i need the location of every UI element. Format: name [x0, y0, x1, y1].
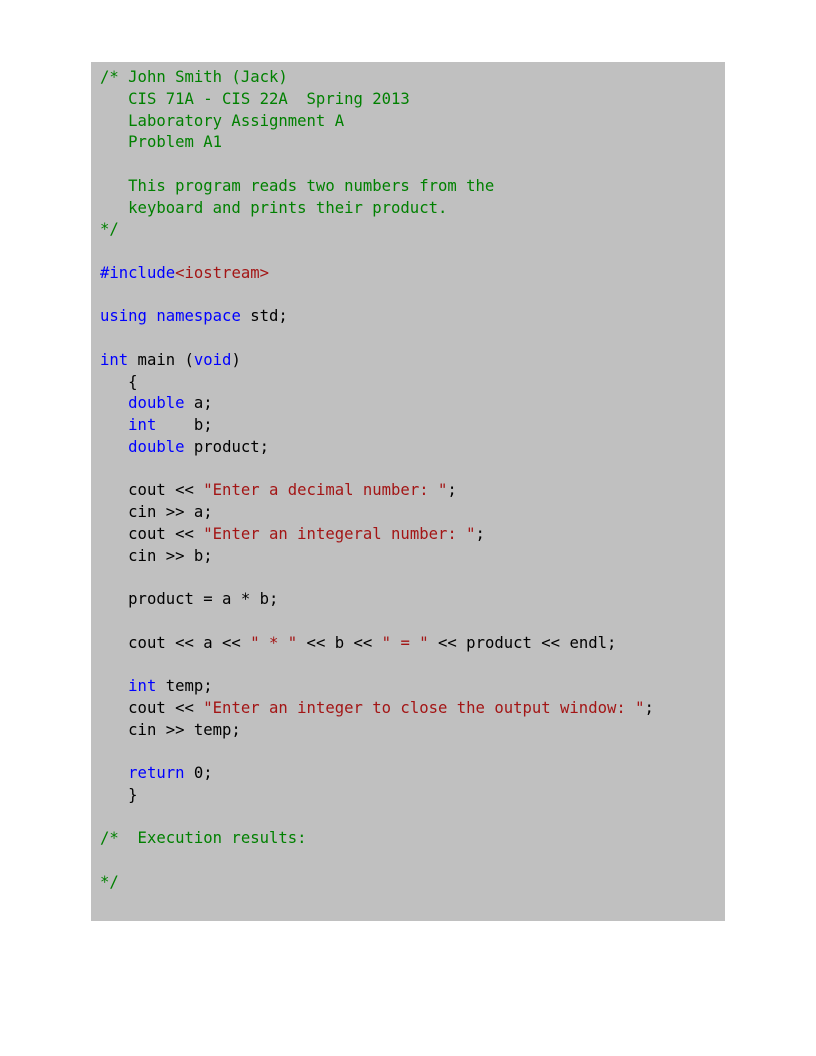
code-token: std; — [240, 307, 288, 326]
code-line: cin >> temp; — [100, 720, 654, 742]
code-token: cout << — [100, 524, 204, 543]
code-token: cout << — [100, 698, 204, 717]
code-token: product = a * b; — [100, 590, 279, 608]
code-token: ; — [447, 481, 457, 500]
code-token: product; — [184, 437, 270, 456]
comment-token: */ — [100, 220, 119, 239]
code-line: This program reads two numbers from the — [100, 176, 654, 198]
keyword-token: return — [128, 764, 185, 782]
code-token: ; — [475, 524, 485, 543]
code-token: ; — [644, 698, 654, 717]
code-line: int b; — [100, 415, 654, 437]
code-token: cin >> temp; — [100, 720, 241, 739]
comment-token: */ — [100, 872, 119, 891]
code-line: return 0; — [100, 763, 654, 785]
code-line: cout << "Enter an integer to close the o… — [100, 698, 654, 720]
code-token: a; — [184, 394, 213, 413]
keyword-token: int — [128, 416, 157, 434]
code-line: using namespace std; — [100, 306, 654, 328]
code-line: { — [100, 372, 654, 394]
keyword-token: void — [193, 350, 232, 369]
code-token: << product << endl; — [428, 633, 617, 652]
code-token: cin >> b; — [100, 546, 213, 565]
code-line: int temp; — [100, 676, 654, 698]
comment-token: Problem A1 — [100, 133, 223, 152]
code-line: double product; — [100, 437, 654, 459]
code-token: { — [100, 372, 138, 391]
string-token: "Enter an integeral number: " — [203, 524, 476, 543]
comment-token: This program reads two numbers from the — [100, 176, 495, 195]
preprocessor-token: #include — [100, 263, 176, 282]
string-token: <iostream> — [175, 263, 269, 282]
code-token: << b << — [297, 633, 382, 652]
code-line: product = a * b; — [100, 589, 654, 611]
code-line: cout << "Enter an integeral number: "; — [100, 524, 654, 546]
code-line: CIS 71A - CIS 22A Spring 2013 — [100, 89, 654, 111]
code-token: cout << a << — [100, 633, 251, 652]
keyword-token: double — [128, 437, 185, 456]
code-line: */ — [100, 219, 654, 241]
comment-token: CIS 71A - CIS 22A Spring 2013 — [100, 89, 410, 108]
string-token: " * " — [250, 633, 298, 652]
comment-token: keyboard and prints their product. — [100, 198, 448, 217]
code-line: cout << "Enter a decimal number: "; — [100, 480, 654, 502]
code-line: /* Execution results: — [100, 828, 654, 850]
code-token: cout << — [100, 481, 204, 500]
code-line: Laboratory Assignment A — [100, 111, 654, 133]
code-token: temp; — [156, 677, 213, 695]
code-line: } — [100, 785, 654, 807]
code-line: */ — [100, 872, 654, 894]
keyword-token: int — [100, 350, 129, 369]
code-token: b; — [156, 416, 213, 434]
comment-token: Laboratory Assignment A — [100, 111, 345, 130]
string-token: "Enter a decimal number: " — [203, 481, 448, 500]
comment-token: /* John Smith (Jack) — [100, 68, 288, 86]
comment-token: /* Execution results: — [100, 829, 307, 848]
code-line: int main (void) — [100, 350, 654, 372]
code-line: Problem A1 — [100, 132, 654, 154]
keyword-token: namespace — [156, 307, 241, 326]
code-listing-panel: /* John Smith (Jack) CIS 71A - CIS 22A S… — [91, 62, 725, 921]
keyword-token: double — [128, 394, 185, 413]
code-line: /* John Smith (Jack) — [100, 67, 654, 89]
code-line: cin >> b; — [100, 546, 654, 568]
code-token: } — [100, 785, 138, 804]
code-line: keyboard and prints their product. — [100, 198, 654, 220]
code-token: 0; — [184, 764, 213, 782]
source-code: /* John Smith (Jack) CIS 71A - CIS 22A S… — [100, 67, 654, 894]
code-line: double a; — [100, 393, 654, 415]
keyword-token: int — [128, 677, 157, 695]
code-line: #include<iostream> — [100, 263, 654, 285]
code-line: cin >> a; — [100, 502, 654, 524]
code-token: main ( — [128, 350, 194, 369]
keyword-token: using — [100, 307, 147, 326]
code-token: ) — [231, 350, 241, 369]
code-line: cout << a << " * " << b << " = " << prod… — [100, 633, 654, 655]
code-token: cin >> a; — [100, 503, 213, 521]
string-token: " = " — [381, 633, 429, 652]
string-token: "Enter an integer to close the output wi… — [203, 698, 645, 717]
